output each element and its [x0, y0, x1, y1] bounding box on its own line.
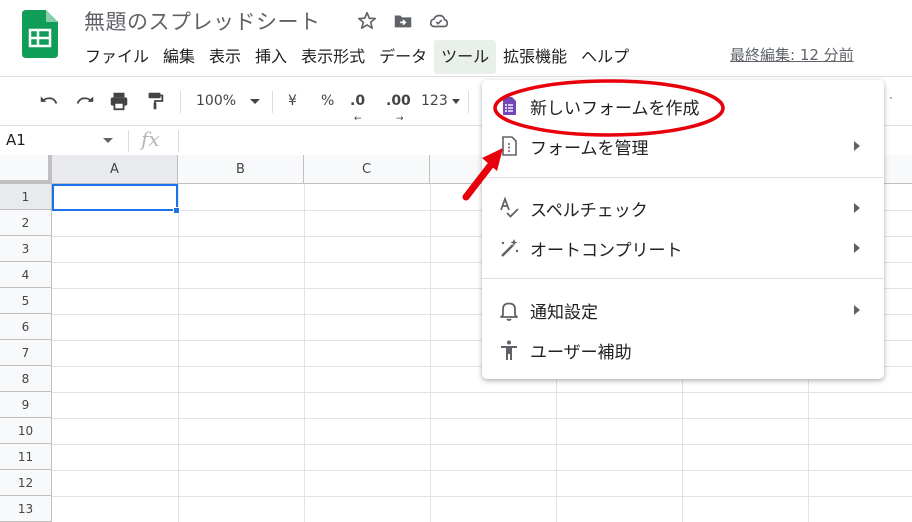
menu-item-label: 新しいフォームを作成: [530, 98, 700, 119]
menubar: ファイル 編集 表示 挿入 表示形式 データ ツール 拡張機能 ヘルプ: [78, 40, 636, 74]
row-header-9[interactable]: 9: [0, 392, 52, 418]
menu-format[interactable]: 表示形式: [294, 40, 372, 74]
row-header-3[interactable]: 3: [0, 236, 52, 262]
move-folder-icon[interactable]: [392, 10, 414, 32]
submenu-arrow-icon: [854, 243, 860, 253]
fill-handle[interactable]: [173, 207, 180, 214]
row-header-2[interactable]: 2: [0, 210, 52, 236]
sheets-logo-icon[interactable]: [22, 10, 58, 58]
selected-cell-a1[interactable]: [52, 184, 178, 211]
column-header-c[interactable]: C: [304, 155, 430, 184]
row-header-13[interactable]: 13: [0, 496, 52, 522]
more-formats-button[interactable]: 123: [421, 89, 460, 113]
menu-file[interactable]: ファイル: [78, 40, 156, 74]
tools-menu: 新しいフォームを作成 フォームを管理 スペルチェック オートコンプリート 通知設…: [482, 80, 884, 379]
submenu-arrow-icon: [854, 141, 860, 151]
menu-data[interactable]: データ: [372, 40, 434, 74]
paint-format-icon[interactable]: [144, 89, 166, 113]
last-edit-link[interactable]: 最終編集: 12 分前: [730, 44, 854, 65]
redo-icon[interactable]: [74, 89, 96, 113]
undo-icon[interactable]: [38, 89, 60, 113]
magic-wand-icon: [501, 239, 519, 257]
bell-icon: [500, 302, 518, 321]
zoom-value: 100%: [196, 93, 237, 109]
column-header-b[interactable]: B: [178, 155, 304, 184]
row-header-11[interactable]: 11: [0, 444, 52, 470]
menu-item-label: オートコンプリート: [530, 240, 683, 261]
more-formats-label: 123: [421, 93, 448, 109]
manage-form-icon: [502, 136, 517, 156]
accessibility-icon: [501, 340, 517, 360]
row-header-7[interactable]: 7: [0, 340, 52, 366]
menu-view[interactable]: 表示: [202, 40, 248, 74]
column-header-a[interactable]: A: [52, 155, 178, 184]
forms-icon: [503, 97, 516, 115]
zoom-dropdown-icon[interactable]: [250, 99, 260, 104]
menu-help[interactable]: ヘルプ: [574, 40, 636, 74]
menu-item-notification-settings[interactable]: 通知設定: [482, 290, 884, 330]
menu-item-autocomplete[interactable]: オートコンプリート: [482, 228, 884, 268]
menu-item-label: スペルチェック: [530, 200, 648, 221]
print-icon[interactable]: [108, 89, 130, 113]
row-header-1[interactable]: 1: [0, 184, 52, 210]
menu-item-label: 通知設定: [530, 302, 598, 323]
menu-insert[interactable]: 挿入: [248, 40, 294, 74]
submenu-arrow-icon: [854, 203, 860, 213]
submenu-arrow-icon: [854, 305, 860, 315]
more-toolbar-icon[interactable]: [886, 89, 908, 113]
name-box[interactable]: A1: [6, 131, 26, 149]
menu-tools[interactable]: ツール: [434, 40, 497, 74]
menu-item-create-form[interactable]: 新しいフォームを作成: [482, 86, 884, 126]
name-box-dropdown-icon[interactable]: [103, 138, 113, 143]
row-header-6[interactable]: 6: [0, 314, 52, 340]
row-header-4[interactable]: 4: [0, 262, 52, 288]
menu-item-accessibility[interactable]: ユーザー補助: [482, 330, 884, 370]
cloud-saved-icon[interactable]: [428, 10, 450, 32]
currency-format-button[interactable]: ¥: [288, 89, 297, 113]
fx-icon: fx: [141, 127, 160, 151]
star-icon[interactable]: [356, 10, 378, 32]
zoom-select[interactable]: 100%: [196, 89, 236, 113]
row-header-5[interactable]: 5: [0, 288, 52, 314]
row-header-12[interactable]: 12: [0, 470, 52, 496]
menu-extensions[interactable]: 拡張機能: [496, 40, 574, 74]
menu-edit[interactable]: 編集: [156, 40, 202, 74]
more-formats-dropdown-icon: [451, 98, 460, 104]
spellcheck-icon: [500, 197, 519, 218]
document-title[interactable]: 無題のスプレッドシート: [84, 6, 321, 36]
menu-item-spellcheck[interactable]: スペルチェック: [482, 188, 884, 228]
row-header-10[interactable]: 10: [0, 418, 52, 444]
menu-item-manage-form[interactable]: フォームを管理: [482, 126, 884, 166]
menu-item-label: ユーザー補助: [530, 342, 632, 363]
select-all-corner[interactable]: [0, 155, 52, 184]
percent-format-button[interactable]: %: [321, 89, 334, 113]
row-header-8[interactable]: 8: [0, 366, 52, 392]
menu-item-label: フォームを管理: [530, 138, 649, 159]
